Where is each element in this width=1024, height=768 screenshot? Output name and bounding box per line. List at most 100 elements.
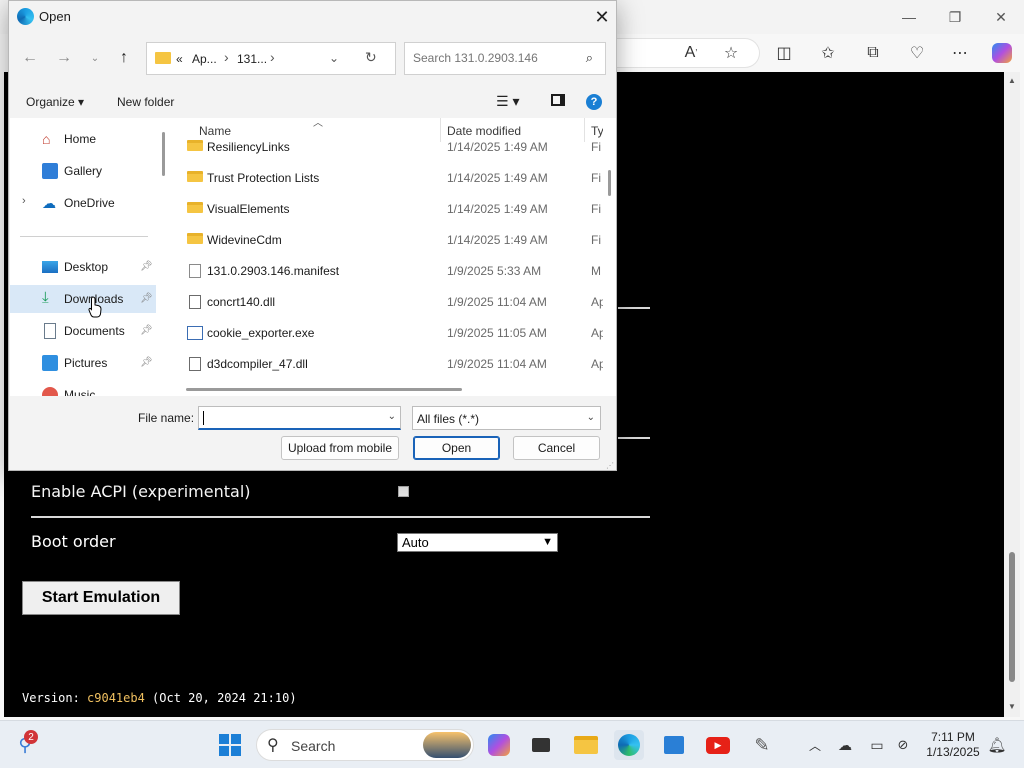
- file-type: Fi: [591, 140, 601, 154]
- chevron-down-icon[interactable]: ⌄: [388, 411, 396, 422]
- scrollbar-thumb[interactable]: [162, 132, 165, 176]
- chevron-right-icon[interactable]: ›: [22, 195, 26, 207]
- back-arrow-icon[interactable]: ←: [18, 45, 42, 71]
- restore-button[interactable]: ❐: [932, 0, 978, 34]
- up-arrow-icon[interactable]: ↑: [112, 45, 136, 71]
- forward-arrow-icon[interactable]: →: [52, 45, 76, 71]
- more-menu-icon[interactable]: ⋯: [946, 40, 974, 66]
- copilot-app-icon[interactable]: [484, 730, 514, 760]
- nav-item-documents[interactable]: Documents 📌︎: [10, 317, 157, 345]
- chevron-down-icon: ▼: [542, 536, 553, 548]
- file-row[interactable]: WidevineCdm 1/14/2025 1:49 AM Fi: [166, 225, 603, 256]
- home-icon: ⌂: [42, 131, 51, 147]
- file-name: 131.0.2903.146.manifest: [207, 264, 340, 278]
- file-type-select[interactable]: All files (*.*) ⌄: [412, 406, 601, 430]
- chevron-down-icon[interactable]: ⌄: [329, 51, 339, 65]
- store-icon[interactable]: [659, 730, 689, 760]
- file-row[interactable]: Trust Protection Lists 1/14/2025 1:49 AM…: [166, 163, 603, 194]
- nav-item-desktop[interactable]: Desktop 📌︎: [10, 253, 157, 281]
- notification-bell-icon[interactable]: 🔔︎: [982, 730, 1012, 760]
- nav-item-onedrive[interactable]: › ☁ OneDrive: [10, 189, 157, 217]
- file-list-vertical-scrollbar[interactable]: [603, 118, 616, 396]
- chevron-right-icon[interactable]: ›: [224, 49, 229, 65]
- dialog-titlebar[interactable]: Open ✕: [9, 1, 616, 33]
- copilot-icon[interactable]: [988, 40, 1016, 66]
- upload-from-mobile-button[interactable]: Upload from mobile: [281, 436, 399, 460]
- breadcrumb-segment[interactable]: Ap...: [192, 52, 217, 66]
- browser-close-button[interactable]: ✕: [978, 0, 1024, 34]
- folder-icon: [187, 140, 203, 151]
- favorites-icon[interactable]: ✩: [814, 40, 842, 66]
- page-scrollbar[interactable]: ▲ ▼: [1004, 72, 1020, 717]
- help-icon[interactable]: ?: [586, 94, 602, 110]
- split-screen-icon[interactable]: ◫: [770, 40, 798, 66]
- organize-button[interactable]: Organize ▾: [26, 95, 84, 109]
- nav-item-gallery[interactable]: Gallery: [10, 157, 157, 185]
- file-name-input[interactable]: [203, 410, 373, 424]
- edge-app-icon[interactable]: [614, 730, 644, 760]
- view-options-icon[interactable]: ☰ ▾: [496, 93, 519, 110]
- weather-widget-icon[interactable]: ⚲ 2: [10, 730, 40, 760]
- file-row[interactable]: VisualElements 1/14/2025 1:49 AM Fi: [166, 194, 603, 225]
- onedrive-offline-icon[interactable]: ☁: [830, 730, 860, 760]
- breadcrumb-segment[interactable]: 131...: [237, 52, 267, 66]
- taskbar-search[interactable]: ⚲ Search: [256, 729, 474, 761]
- scrollbar-thumb[interactable]: [608, 170, 611, 196]
- scrollbar-thumb[interactable]: [1009, 552, 1015, 682]
- clock[interactable]: 7:11 PM 1/13/2025: [918, 730, 988, 760]
- refresh-icon[interactable]: ↻: [365, 49, 377, 66]
- nav-item-home[interactable]: ⌂ Home: [10, 125, 157, 153]
- pin-icon: 📌︎: [140, 357, 153, 368]
- command-bar: Organize ▾ New folder ☰ ▾: [9, 87, 616, 117]
- recent-locations-chevron-icon[interactable]: ⌄: [83, 45, 107, 71]
- breadcrumb[interactable]: « Ap... › 131... › ⌄ ↻: [146, 42, 396, 75]
- file-row[interactable]: 131.0.2903.146.manifest 1/9/2025 5:33 AM…: [166, 256, 603, 287]
- scroll-up-icon[interactable]: ▲: [1008, 76, 1016, 85]
- file-explorer-icon[interactable]: [571, 730, 601, 760]
- open-button[interactable]: Open: [413, 436, 500, 460]
- file-type: Ap: [591, 295, 603, 309]
- minimize-button[interactable]: —: [886, 0, 932, 34]
- file-date: 1/14/2025 1:49 AM: [447, 171, 548, 185]
- chevron-right-icon[interactable]: ›: [270, 49, 275, 65]
- file-row[interactable]: ResiliencyLinks 1/14/2025 1:49 AM Fi: [166, 132, 603, 163]
- search-input[interactable]: [413, 51, 573, 65]
- cancel-button[interactable]: Cancel: [513, 436, 600, 460]
- favorite-star-icon[interactable]: ☆: [717, 40, 745, 66]
- start-windows-icon[interactable]: [215, 730, 245, 760]
- nav-item-downloads[interactable]: ⤓ Downloads 📌︎: [10, 285, 157, 313]
- pin-icon: 📌︎: [140, 261, 153, 272]
- scroll-down-icon[interactable]: ▼: [1008, 702, 1016, 711]
- nav-item-pictures[interactable]: Pictures 📌︎: [10, 349, 157, 377]
- usb-drive-icon[interactable]: ✎: [747, 730, 777, 760]
- acpi-checkbox[interactable]: [398, 486, 409, 497]
- file-list-horizontal-scrollbar[interactable]: [166, 382, 603, 396]
- browser-essentials-icon[interactable]: ♡: [903, 40, 931, 66]
- preview-pane-icon[interactable]: [551, 94, 565, 106]
- file-date: 1/14/2025 1:49 AM: [447, 140, 548, 154]
- file-row[interactable]: d3dcompiler_47.dll 1/9/2025 11:04 AM Ap: [166, 349, 603, 380]
- file-type: Fi: [591, 202, 601, 216]
- dll-file-icon: [189, 357, 201, 371]
- collections-icon[interactable]: ⧉: [859, 40, 887, 66]
- file-row[interactable]: cookie_exporter.exe 1/9/2025 11:05 AM Ap: [166, 318, 603, 349]
- chevron-up-icon[interactable]: ︿: [800, 730, 830, 760]
- search-box[interactable]: ⌕: [404, 42, 606, 75]
- network-icon[interactable]: ⊘: [888, 730, 918, 760]
- scrollbar-thumb[interactable]: [186, 388, 462, 391]
- task-view-icon[interactable]: [526, 730, 556, 760]
- read-aloud-icon[interactable]: Aʼ: [677, 40, 705, 66]
- file-name-field[interactable]: ⌄: [198, 406, 401, 430]
- boot-order-select[interactable]: Auto ▼: [397, 533, 558, 552]
- file-list: ︿ Name Date modified Ty ResiliencyLinks …: [166, 118, 603, 396]
- nav-item-music[interactable]: Music: [10, 381, 157, 396]
- file-row[interactable]: concrt140.dll 1/9/2025 11:04 AM Ap: [166, 287, 603, 318]
- resize-grip-icon[interactable]: ⋰: [606, 461, 614, 470]
- youtube-icon[interactable]: ▶: [703, 730, 733, 760]
- new-folder-button[interactable]: New folder: [117, 95, 174, 109]
- pin-icon: 📌︎: [140, 325, 153, 336]
- boot-order-label: Boot order: [31, 532, 116, 551]
- start-emulation-button[interactable]: Start Emulation: [22, 581, 180, 615]
- breadcrumb-overflow[interactable]: «: [176, 52, 183, 66]
- dialog-close-button[interactable]: ✕: [589, 5, 615, 29]
